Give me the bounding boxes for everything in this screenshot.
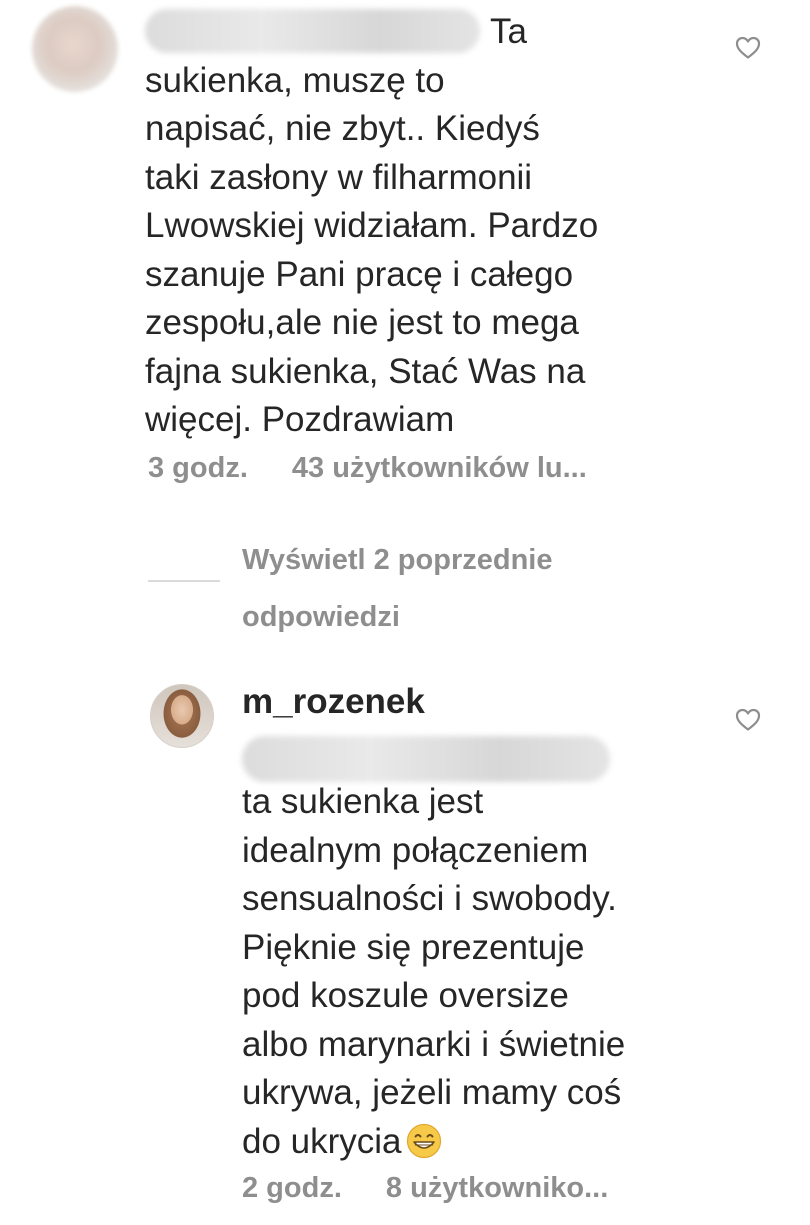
comment-text-line: ta sukienka jest: [242, 782, 484, 821]
comment-text-line: Ta: [490, 12, 527, 51]
comment-text-line: więcej. Pozdrawiam: [145, 400, 455, 439]
comment-text-line: sukienka, muszę to: [145, 60, 445, 100]
comment-text-line: pod koszule oversize: [242, 976, 569, 1015]
replies-divider: [148, 580, 220, 582]
comment-text: Ta sukienka, muszę to napisać, nie zbyt.. …: [145, 8, 715, 445]
heart-icon[interactable]: [735, 708, 761, 732]
blurred-mention[interactable]: [242, 736, 610, 782]
comment-text-line: idealnym połączeniem: [242, 830, 589, 870]
comment-text: ta sukienka jest idealnym połączeniem sens…: [242, 778, 722, 1166]
comment-text-line: szanuje Pani pracę i całego: [145, 254, 574, 294]
comment-text-line: albo marynarki i świetnie: [242, 1024, 626, 1064]
comment-text-line: do ukrycia: [242, 1121, 402, 1161]
avatar[interactable]: [150, 684, 214, 748]
heart-icon[interactable]: [735, 36, 761, 60]
comment-text-line: sensualności i swobody.: [242, 879, 617, 918]
view-previous-replies-button[interactable]: Wyświetl 2 poprzednie odpowiedzi: [242, 532, 642, 646]
comment-text-line: zespołu,ale nie jest to mega: [145, 303, 579, 342]
grinning-face-emoji-icon: [406, 1123, 442, 1159]
comment-text-line: fajna sukienka, Stać Was na: [145, 351, 586, 391]
comment-text-line: napisać, nie zbyt.. Kiedyś: [145, 109, 540, 148]
view-replies-line: odpowiedzi: [242, 601, 400, 633]
like-count[interactable]: 43 użytkowników lu...: [292, 452, 587, 484]
username-link[interactable]: m_rozenek: [242, 682, 425, 722]
comment-text-line: Pięknie się prezentuje: [242, 927, 585, 967]
view-replies-line: Wyświetl 2 poprzednie: [242, 544, 553, 576]
comment-text-line: ukrywa, jeżeli mamy coś: [242, 1073, 622, 1112]
blurred-username[interactable]: [145, 9, 480, 53]
comment-time: 2 godz.: [242, 1172, 342, 1204]
comment-time: 3 godz.: [148, 452, 248, 484]
comment-text-line: Lwowskiej widziałam. Pardzo: [145, 206, 599, 245]
avatar-blurred[interactable]: [32, 6, 118, 92]
like-count[interactable]: 8 użytkowniko...: [386, 1172, 608, 1204]
comment-meta: 2 godz. 8 użytkowniko...: [242, 1172, 608, 1205]
comment-text-line: taki zasłony w filharmonii: [145, 157, 533, 197]
comment-meta: 3 godz. 43 użytkowników lu...: [148, 452, 587, 485]
